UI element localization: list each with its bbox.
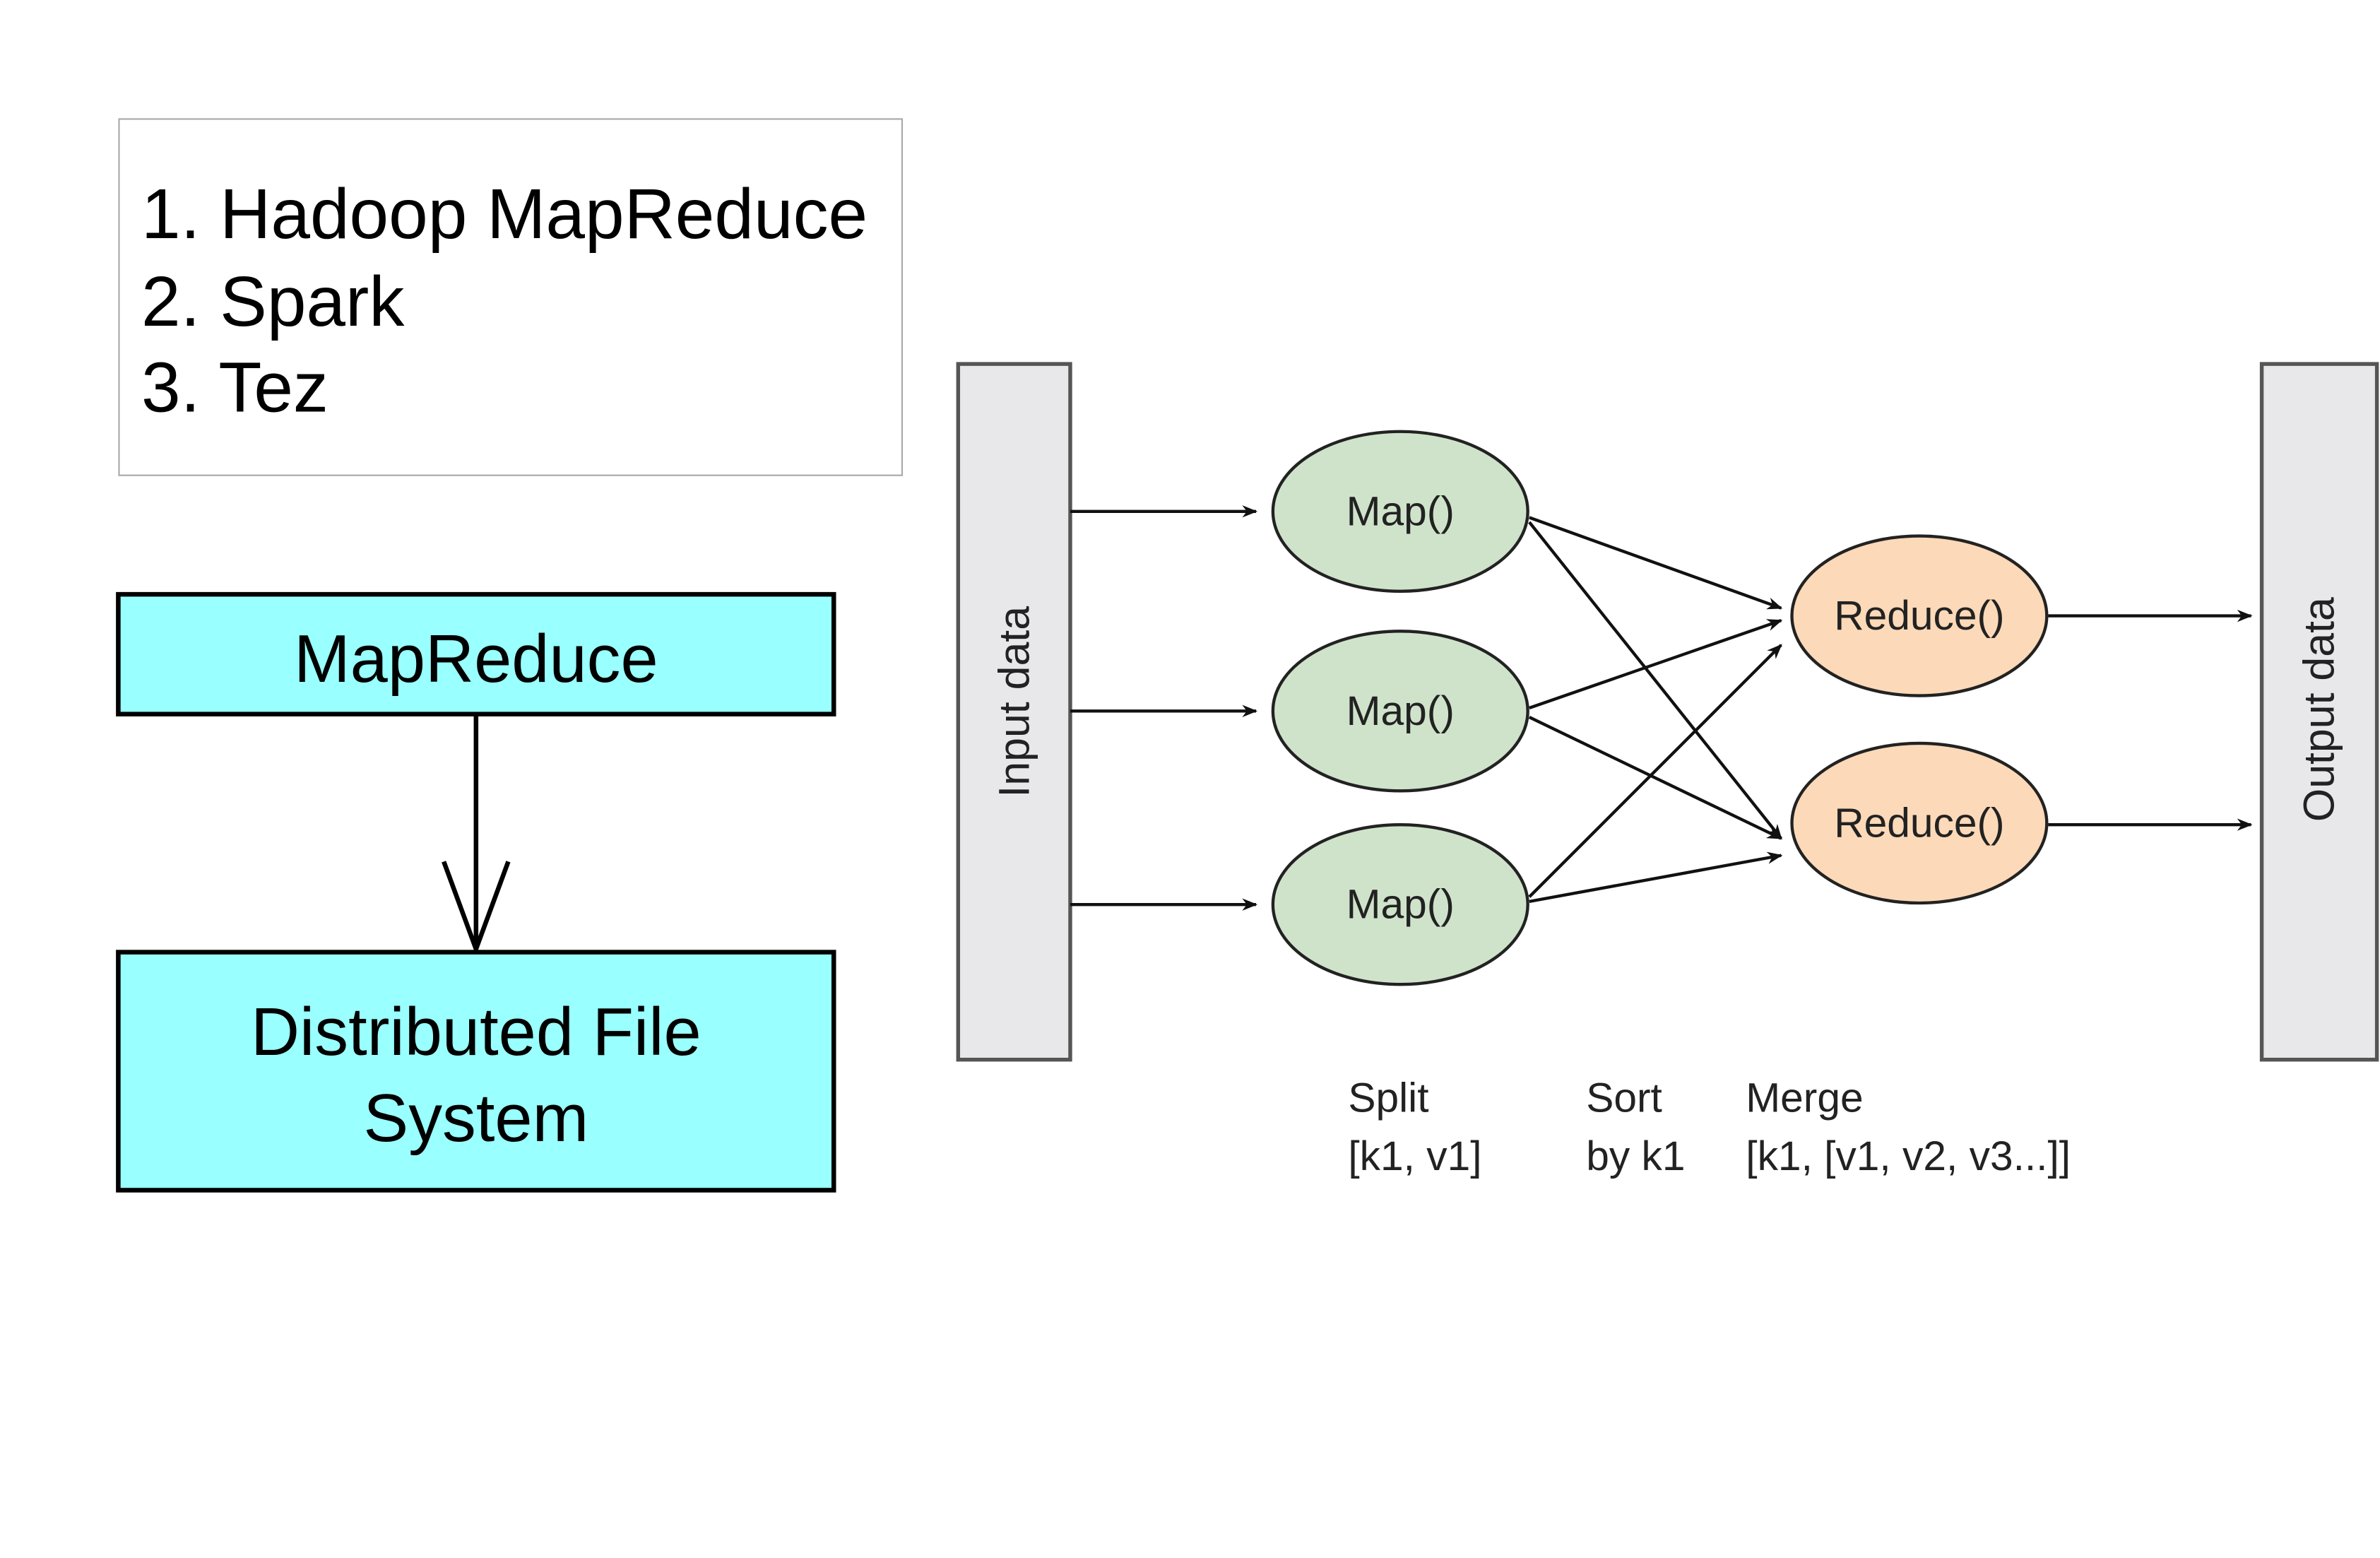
engine-item: 3. Tez	[141, 348, 328, 427]
map-node: Map()	[1271, 430, 1529, 593]
output-data-label: Output data	[2295, 597, 2343, 822]
shuffle-arrow	[1529, 619, 1783, 710]
svg-text:Reduce(): Reduce()	[1834, 593, 2004, 639]
input-data-bar: Input data	[956, 362, 1072, 1062]
engine-item: 2. Spark	[141, 262, 405, 341]
stage-merge-detail: [k1, [v1, v2, v3...]]	[1746, 1133, 2071, 1179]
engine-item: 1. Hadoop MapReduce	[141, 175, 868, 254]
mapreduce-label: MapReduce	[294, 621, 658, 697]
shuffle-arrow	[1528, 716, 1783, 840]
shuffle-arrow	[1529, 851, 1783, 903]
dfs-box: Distributed File System	[116, 950, 836, 1193]
stage-merge-title: Merge	[1746, 1075, 1863, 1121]
flow-arrows	[1070, 505, 2253, 911]
svg-text:Map(): Map()	[1346, 688, 1455, 734]
mapreduce-box: MapReduce	[116, 591, 836, 716]
stack-arrow	[442, 714, 511, 956]
reduce-node: Reduce()	[1790, 741, 2049, 905]
svg-text:Map(): Map()	[1346, 882, 1455, 928]
stage-split-detail: [k1, v1]	[1348, 1133, 1481, 1179]
stage-sort-detail: by k1	[1586, 1133, 1685, 1179]
map-node: Map()	[1271, 822, 1529, 986]
dfs-label-line1: Distributed File	[251, 994, 701, 1070]
map-node: Map()	[1271, 630, 1529, 793]
stage-split-title: Split	[1348, 1075, 1428, 1121]
reduce-node: Reduce()	[1790, 534, 2049, 697]
svg-text:Reduce(): Reduce()	[1834, 801, 2004, 846]
svg-text:Map(): Map()	[1346, 488, 1455, 534]
output-data-bar: Output data	[2259, 362, 2379, 1062]
diagram-canvas: 1. Hadoop MapReduce 2. Spark 3. Tez MapR…	[116, 118, 2379, 1193]
shuffle-arrow	[1528, 521, 1782, 840]
engine-list: 1. Hadoop MapReduce 2. Spark 3. Tez	[118, 118, 904, 476]
input-data-label: Input data	[990, 606, 1038, 798]
stage-sort-title: Sort	[1586, 1075, 1662, 1121]
dfs-label-line2: System	[363, 1080, 588, 1156]
shuffle-arrow	[1529, 516, 1783, 610]
stage-labels: Split [k1, v1] Sort by k1 Merge [k1, [v1…	[1348, 1075, 2071, 1180]
